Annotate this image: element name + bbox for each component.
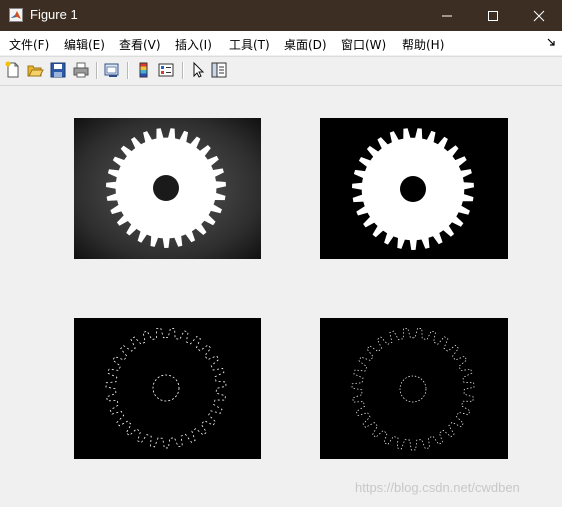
link-plot-button[interactable] bbox=[103, 61, 121, 79]
edit-plot-icon bbox=[193, 61, 205, 78]
close-icon bbox=[533, 10, 545, 22]
subplot-grayscale-gear[interactable] bbox=[74, 118, 261, 259]
print-icon bbox=[73, 62, 89, 78]
menu-view[interactable]: 查看(V) bbox=[119, 36, 161, 53]
property-inspector-icon bbox=[211, 62, 227, 78]
toolbar-separator bbox=[96, 62, 98, 79]
maximize-icon bbox=[488, 11, 498, 21]
maximize-button[interactable] bbox=[470, 0, 516, 31]
insert-legend-button[interactable] bbox=[157, 61, 175, 79]
gear-binary-image bbox=[320, 118, 508, 259]
matlab-icon[interactable] bbox=[9, 8, 23, 22]
insert-legend-icon bbox=[158, 63, 174, 77]
toolbar-separator bbox=[182, 62, 184, 79]
subplot-binary-gear[interactable] bbox=[320, 118, 508, 259]
window-title: Figure 1 bbox=[30, 7, 78, 22]
open-file-button[interactable] bbox=[26, 61, 44, 79]
new-figure-icon bbox=[5, 61, 19, 78]
menu-edit[interactable]: 编辑(E) bbox=[64, 36, 105, 53]
save-icon bbox=[50, 62, 66, 78]
menu-insert[interactable]: 插入(I) bbox=[175, 36, 212, 53]
menu-window[interactable]: 窗口(W) bbox=[341, 36, 386, 53]
minimize-icon bbox=[442, 15, 452, 17]
edit-plot-button[interactable] bbox=[189, 61, 207, 79]
link-plot-icon bbox=[104, 63, 119, 77]
menu-file[interactable]: 文件(F) bbox=[9, 36, 49, 53]
toolbar-separator bbox=[127, 62, 129, 79]
save-button[interactable] bbox=[49, 61, 67, 79]
close-button[interactable] bbox=[516, 0, 562, 31]
title-bar: Figure 1 bbox=[0, 0, 562, 31]
menu-help[interactable]: 帮助(H) bbox=[402, 36, 444, 53]
subplot-gear-edges-2[interactable] bbox=[320, 318, 508, 459]
property-inspector-button[interactable] bbox=[210, 61, 228, 79]
gear-hole bbox=[153, 175, 179, 201]
menu-desktop[interactable]: 桌面(D) bbox=[284, 36, 327, 53]
insert-colorbar-icon bbox=[139, 62, 148, 78]
insert-colorbar-button[interactable] bbox=[135, 61, 153, 79]
new-figure-button[interactable] bbox=[4, 61, 22, 79]
gear-hole bbox=[400, 176, 426, 202]
toolbar bbox=[0, 56, 562, 86]
dock-arrow-icon[interactable] bbox=[547, 37, 557, 47]
gear-edge-image bbox=[74, 318, 261, 459]
gear-edge-image bbox=[320, 318, 508, 459]
gear-photo-image bbox=[74, 118, 261, 259]
print-button[interactable] bbox=[72, 61, 90, 79]
subplot-gear-edges-1[interactable] bbox=[74, 318, 261, 459]
minimize-button[interactable] bbox=[424, 0, 470, 31]
open-file-icon bbox=[27, 65, 44, 77]
menu-tools[interactable]: 工具(T) bbox=[229, 36, 270, 53]
menu-bar: 文件(F) 编辑(E) 查看(V) 插入(I) 工具(T) 桌面(D) 窗口(W… bbox=[0, 31, 562, 55]
watermark: https://blog.csdn.net/cwdben bbox=[355, 480, 520, 495]
